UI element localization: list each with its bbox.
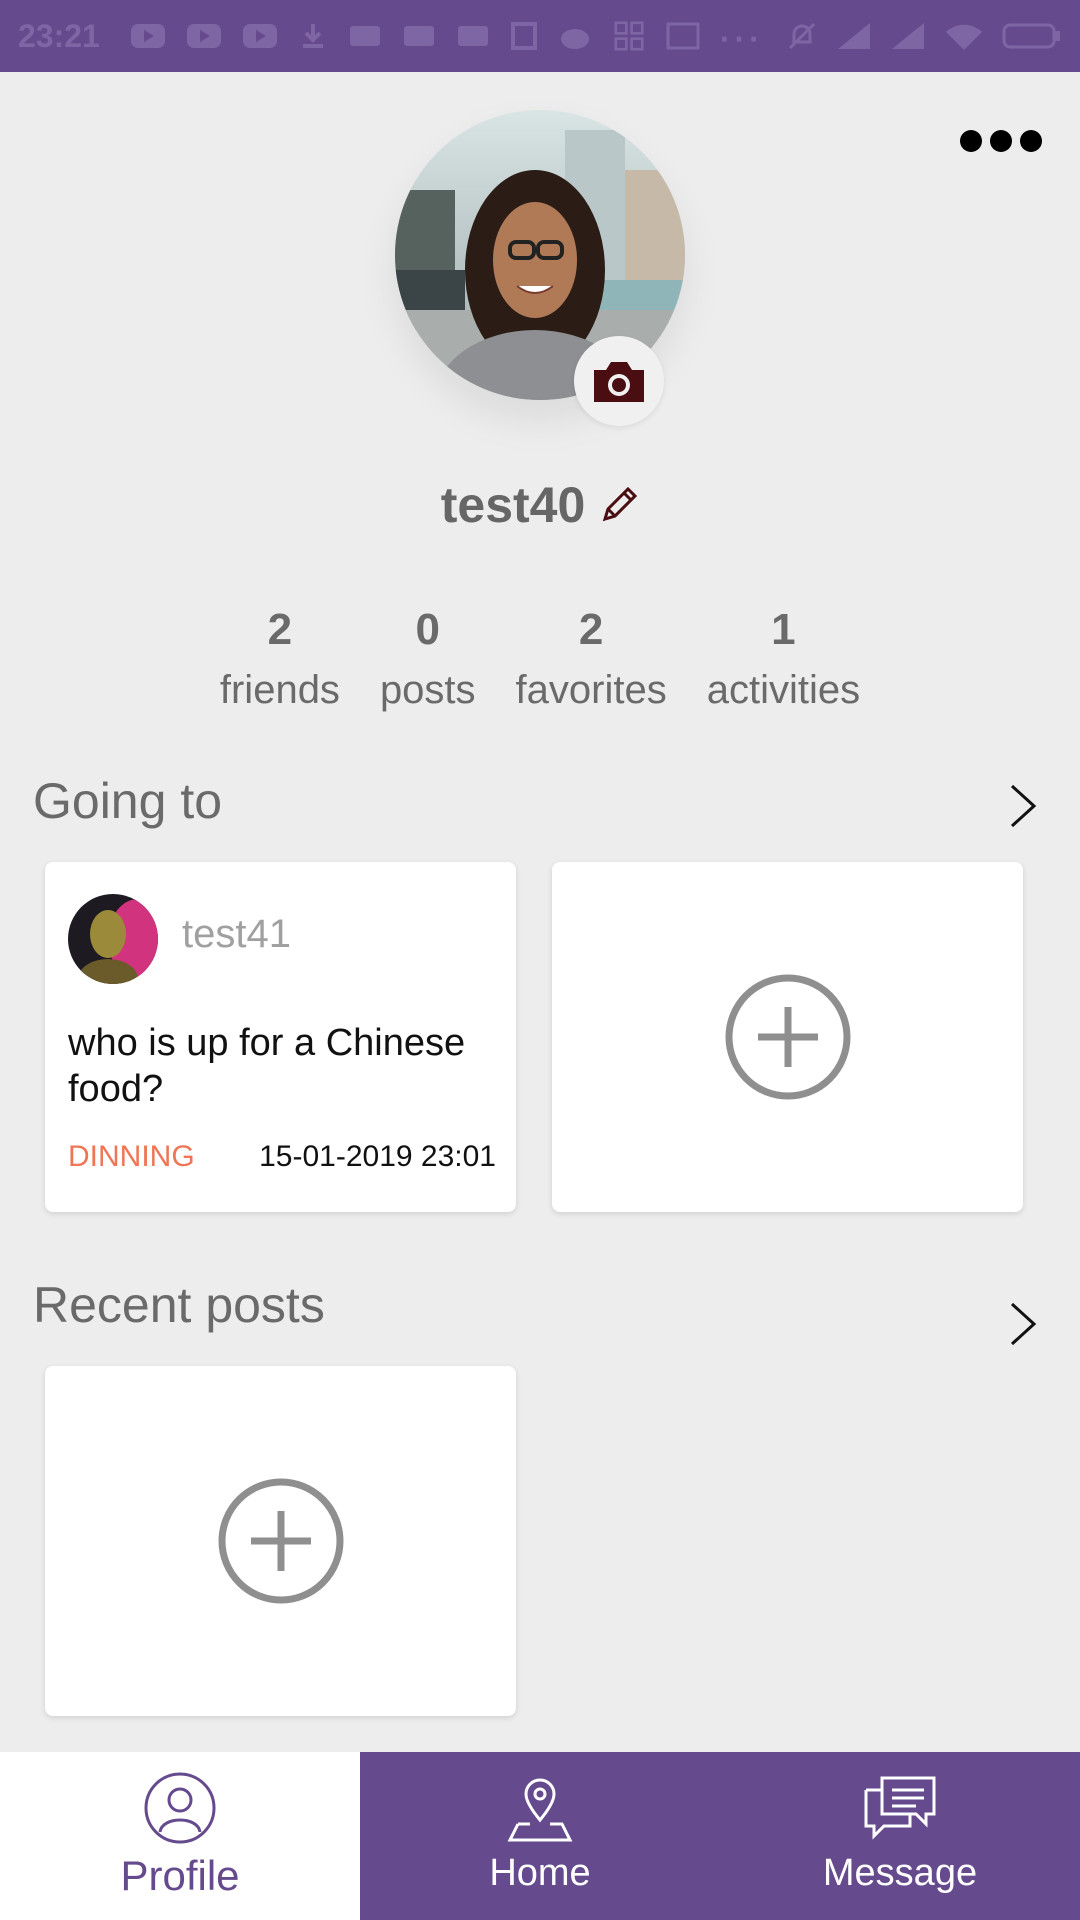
camera-icon [594,362,644,402]
post-text: who is up for a Chinese food? [68,1022,466,1110]
add-post-button[interactable] [45,1366,516,1716]
post-user-avatar[interactable] [68,894,158,984]
nav-message[interactable]: Message [720,1752,1080,1920]
going-to-card[interactable]: test41 who is up for a Chinese food? DIN… [45,862,516,1212]
dot [1020,130,1042,152]
nav-profile[interactable]: Profile [0,1752,360,1920]
add-going-to-button[interactable] [552,862,1023,1212]
home-pin-icon [507,1778,573,1842]
status-bar: 23:21 ··· [0,0,1080,72]
wifi-icon [946,24,982,50]
recent-posts-title: Recent posts [33,1277,325,1333]
post-category: DINNING [68,1140,195,1173]
chevron-right-icon[interactable] [1008,782,1038,835]
more-options-icon[interactable] [960,128,1042,154]
notification-icon [349,26,380,46]
profile-stats: 2 friends 0 posts 2 favorites 1 activiti… [0,600,1080,720]
dot [960,130,982,152]
stat-value: 2 [267,605,293,654]
download-icon [302,24,323,48]
battery-icon [1002,23,1060,49]
going-to-title: Going to [33,773,223,829]
message-icon [864,1776,936,1840]
youtube-icon [130,24,165,48]
stat-label: activities [706,668,861,712]
pencil-icon[interactable] [599,485,639,525]
stat-friends[interactable]: 2 friends [220,600,340,720]
bottom-navigation: Profile Home Message [0,1752,1080,1920]
stat-value: 0 [415,605,440,654]
chevron-right-icon[interactable] [1008,1300,1038,1353]
dot [990,130,1012,152]
username: test40 [440,477,586,533]
signal-icon [838,23,870,49]
post-datetime: 15-01-2019 23:01 [259,1140,496,1173]
change-photo-button[interactable] [574,336,664,426]
nav-label: Profile [120,1852,240,1899]
stat-label: favorites [515,668,667,712]
notification-icon [403,26,434,46]
youtube-icon [186,24,221,48]
more-notifications-icon: ··· [719,21,764,57]
status-time: 23:21 [18,17,100,54]
stat-value: 2 [578,605,604,654]
mute-icon [788,22,816,50]
youtube-icon [242,24,277,48]
username-row: test40 [0,470,1080,540]
plus-circle-icon [218,1478,343,1604]
post-username[interactable]: test41 [182,912,291,957]
apps-icon [614,21,644,51]
android-icon [560,29,589,49]
nav-label: Message [822,1852,978,1894]
parking-icon [510,22,537,50]
stat-posts[interactable]: 0 posts [380,600,476,720]
stat-label: posts [379,668,476,712]
stat-activities[interactable]: 1 activities [707,600,860,720]
calendar-icon [666,22,700,50]
nav-home[interactable]: Home [360,1752,720,1920]
stat-value: 1 [771,605,796,654]
profile-icon [144,1772,216,1844]
notification-icon [457,26,488,46]
nav-label: Home [489,1852,591,1894]
plus-circle-icon [725,974,850,1100]
stat-favorites[interactable]: 2 favorites [516,600,667,720]
stat-label: friends [219,668,340,712]
signal-icon [892,23,924,49]
